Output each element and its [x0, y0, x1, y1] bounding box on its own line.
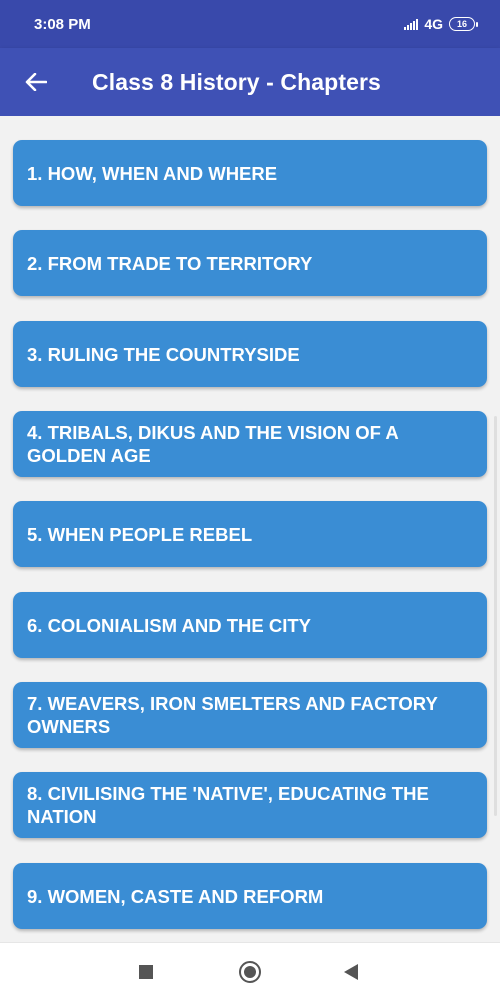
page-title: Class 8 History - Chapters [92, 68, 381, 95]
chapter-button-3[interactable]: 3. RULING THE COUNTRYSIDE [13, 321, 487, 387]
status-time: 3:08 PM [34, 15, 91, 33]
network-type: 4G [424, 16, 443, 32]
battery-level: 16 [449, 17, 475, 31]
signal-icon [404, 18, 419, 30]
chapter-list[interactable]: 1. HOW, WHEN AND WHERE 2. FROM TRADE TO … [0, 116, 500, 942]
chapter-button-9[interactable]: 9. WOMEN, CASTE AND REFORM [13, 863, 487, 929]
status-bar: 3:08 PM 4G 16 [0, 0, 500, 48]
arrow-left-icon [25, 73, 47, 91]
system-nav-bar [0, 942, 500, 1001]
chapter-button-2[interactable]: 2. FROM TRADE TO TERRITORY [13, 230, 487, 296]
chapter-button-8[interactable]: 8. CIVILISING THE 'NATIVE', EDUCATING TH… [13, 772, 487, 838]
chapter-button-5[interactable]: 5. WHEN PEOPLE REBEL [13, 501, 487, 567]
chapter-button-6[interactable]: 6. COLONIALISM AND THE CITY [13, 592, 487, 658]
status-icons: 4G 16 [404, 16, 478, 32]
home-circle-icon[interactable] [239, 961, 261, 983]
chapter-button-4[interactable]: 4. TRIBALS, DIKUS AND THE VISION OF A GO… [13, 411, 487, 477]
back-triangle-icon[interactable] [344, 964, 358, 980]
scrollbar[interactable] [494, 416, 497, 816]
chapter-button-7[interactable]: 7. WEAVERS, IRON SMELTERS AND FACTORY OW… [13, 682, 487, 748]
app-bar: Class 8 History - Chapters [0, 48, 500, 116]
battery-icon: 16 [449, 17, 478, 31]
recents-square-icon[interactable] [139, 965, 153, 979]
back-button[interactable] [16, 62, 56, 102]
chapter-button-1[interactable]: 1. HOW, WHEN AND WHERE [13, 140, 487, 206]
